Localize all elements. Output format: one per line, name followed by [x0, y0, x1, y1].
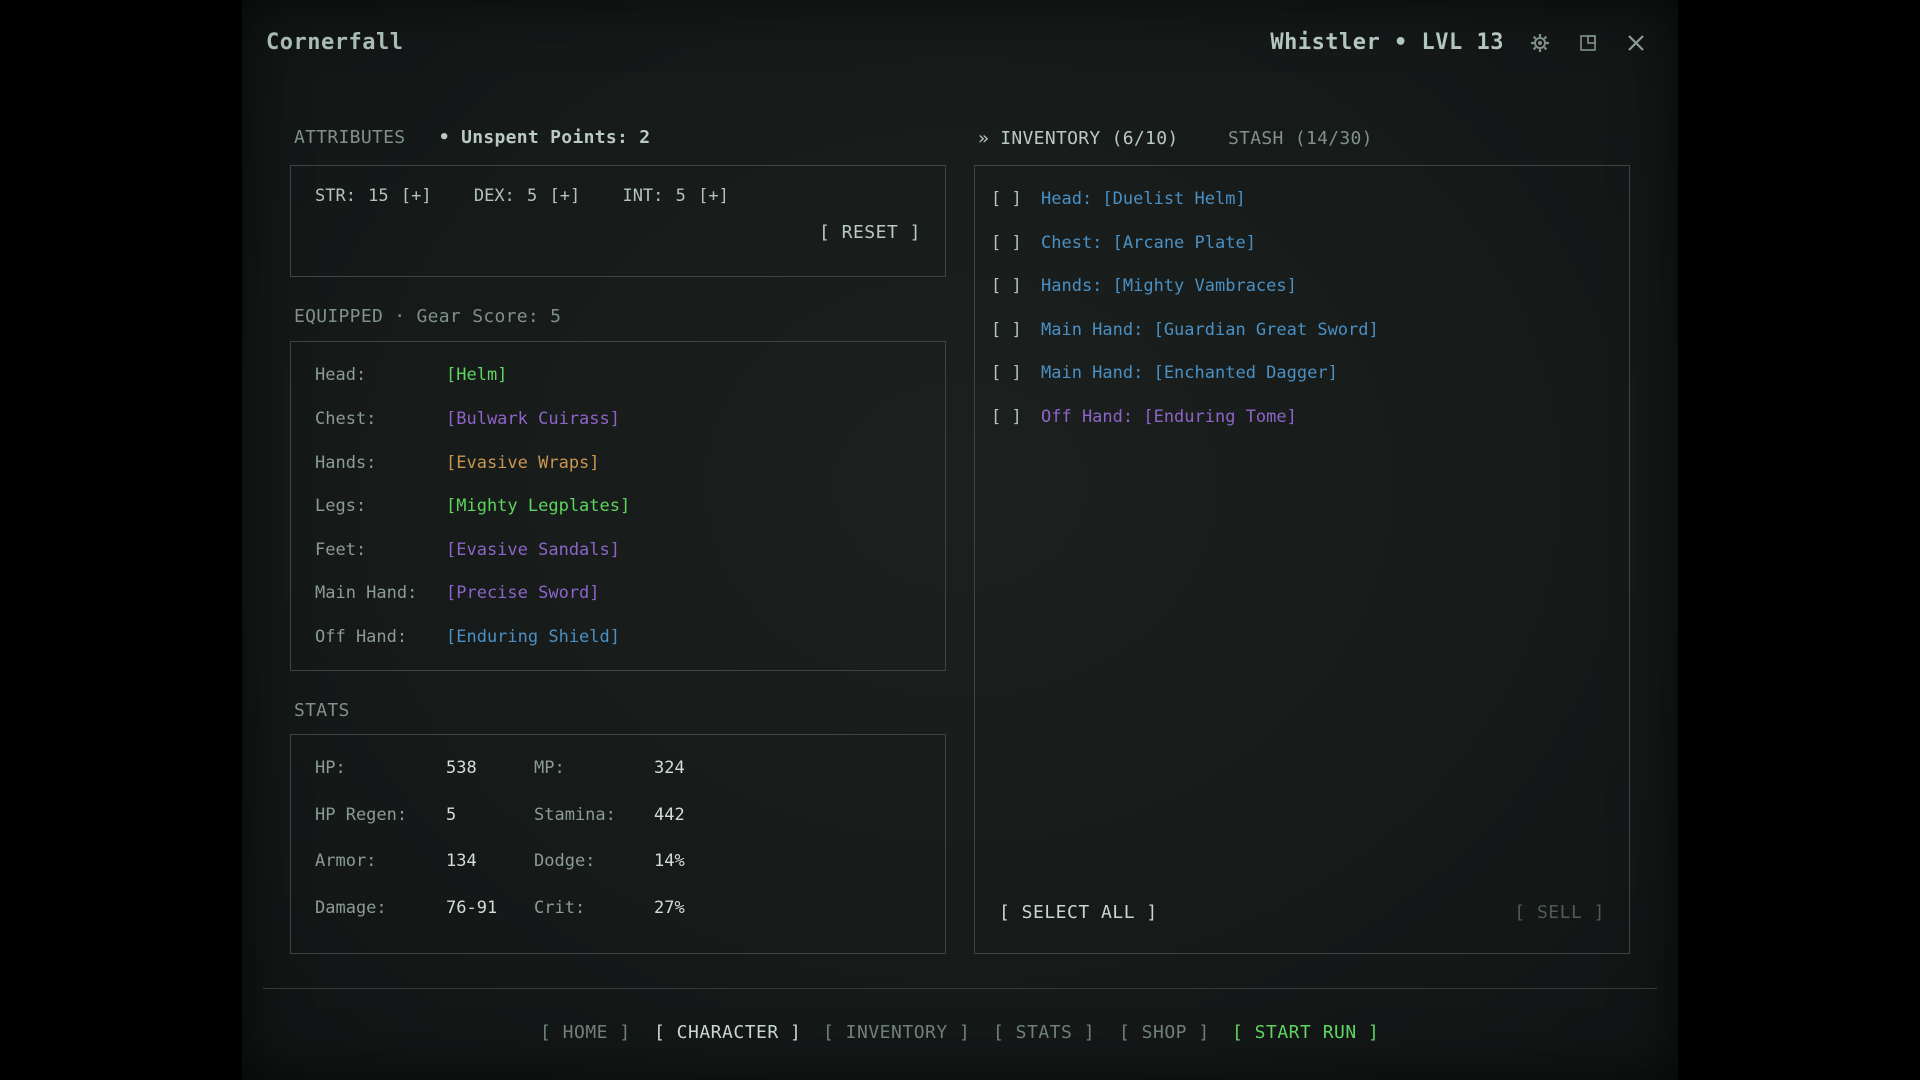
- start-run-button[interactable]: [ START RUN ]: [1232, 1022, 1379, 1043]
- slot-label: Feet:: [315, 540, 367, 560]
- nav-home[interactable]: [ HOME ]: [540, 1022, 631, 1043]
- close-icon[interactable]: [1623, 30, 1649, 56]
- gear-icon[interactable]: [1527, 30, 1553, 56]
- equipped-item[interactable]: [Bulwark Cuirass]: [446, 409, 620, 429]
- inventory-item[interactable]: [ ] Chest: [Arcane Plate]: [991, 233, 1256, 253]
- stat-label: HP:: [315, 758, 346, 778]
- stat-label: HP Regen:: [315, 805, 408, 825]
- item-checkbox[interactable]: [ ]: [991, 233, 1041, 253]
- item-checkbox[interactable]: [ ]: [991, 363, 1041, 383]
- item-label[interactable]: Chest: [Arcane Plate]: [1041, 233, 1256, 253]
- attributes-panel: STR: 15 [+] DEX: 5 [+] INT: 5 [+] [ RESE…: [290, 165, 946, 277]
- item-label[interactable]: Off Hand: [Enduring Tome]: [1041, 407, 1297, 427]
- unspent-points: • Unspent Points: 2: [438, 127, 651, 148]
- equipped-heading: EQUIPPED · Gear Score: 5: [294, 306, 562, 327]
- equip-row-head[interactable]: Head: [Helm]: [315, 365, 507, 385]
- equip-row-feet[interactable]: Feet: [Evasive Sandals]: [315, 540, 620, 560]
- stat-label: Armor:: [315, 851, 377, 871]
- stats-panel: HP: 538 MP: 324 HP Regen: 5 Stamina: 442…: [290, 734, 946, 954]
- equip-row-off-hand[interactable]: Off Hand: [Enduring Shield]: [315, 627, 620, 647]
- tab-stash[interactable]: STASH (14/30): [1228, 128, 1373, 149]
- equipped-item[interactable]: [Mighty Legplates]: [446, 496, 630, 516]
- equipped-item[interactable]: [Enduring Shield]: [446, 627, 620, 647]
- dex-increase-button[interactable]: DEX: 5 [+]: [474, 186, 580, 206]
- slot-label: Hands:: [315, 453, 377, 473]
- gear-icon-svg: [1531, 34, 1549, 52]
- stat-value: 442: [654, 805, 685, 825]
- stats-heading: STATS: [294, 700, 350, 721]
- inventory-item[interactable]: [ ] Main Hand: [Guardian Great Sword]: [991, 320, 1379, 340]
- nav-stats[interactable]: [ STATS ]: [993, 1022, 1095, 1043]
- slot-label: Legs:: [315, 496, 367, 516]
- slot-label: Chest:: [315, 409, 377, 429]
- equip-row-chest[interactable]: Chest: [Bulwark Cuirass]: [315, 409, 620, 429]
- int-increase-button[interactable]: INT: 5 [+]: [622, 186, 728, 206]
- tab-inventory[interactable]: » INVENTORY (6/10): [978, 128, 1178, 149]
- item-label[interactable]: Main Hand: [Guardian Great Sword]: [1041, 320, 1379, 340]
- item-label[interactable]: Main Hand: [Enchanted Dagger]: [1041, 363, 1338, 383]
- stats-row: HP Regen: 5 Stamina: 442: [315, 805, 685, 825]
- stats-row: HP: 538 MP: 324: [315, 758, 685, 778]
- player-name-level: Whistler • LVL 13: [1270, 30, 1504, 55]
- nav-character[interactable]: [ CHARACTER ]: [654, 1022, 801, 1043]
- stat-value: 324: [654, 758, 685, 778]
- stat-value: 27%: [654, 898, 685, 918]
- inventory-item[interactable]: [ ] Off Hand: [Enduring Tome]: [991, 407, 1297, 427]
- slot-label: Main Hand:: [315, 583, 418, 603]
- item-checkbox[interactable]: [ ]: [991, 189, 1041, 209]
- window-icon[interactable]: [1575, 30, 1601, 56]
- nav-shop[interactable]: [ SHOP ]: [1119, 1022, 1210, 1043]
- inventory-item[interactable]: [ ] Head: [Duelist Helm]: [991, 189, 1246, 209]
- stat-value: 538: [446, 758, 477, 778]
- item-label[interactable]: Hands: [Mighty Vambraces]: [1041, 276, 1297, 296]
- close-icon-svg: [1628, 35, 1644, 51]
- stat-value: 5: [446, 805, 457, 825]
- equipped-item[interactable]: [Helm]: [446, 365, 507, 385]
- inventory-item[interactable]: [ ] Hands: [Mighty Vambraces]: [991, 276, 1297, 296]
- footer-divider: [263, 988, 1657, 989]
- item-checkbox[interactable]: [ ]: [991, 320, 1041, 340]
- item-label[interactable]: Head: [Duelist Helm]: [1041, 189, 1246, 209]
- stat-value: 134: [446, 851, 477, 871]
- equipped-panel: Head: [Helm] Chest: [Bulwark Cuirass] Ha…: [290, 341, 946, 671]
- stats-row: Damage: 76-91 Crit: 27%: [315, 898, 685, 918]
- stat-label: Stamina:: [534, 805, 616, 825]
- select-all-button[interactable]: [ SELECT ALL ]: [999, 902, 1158, 923]
- attributes-title: ATTRIBUTES: [294, 127, 406, 148]
- equipped-item[interactable]: [Evasive Wraps]: [446, 453, 600, 473]
- nav-inventory[interactable]: [ INVENTORY ]: [823, 1022, 970, 1043]
- stats-row: Armor: 134 Dodge: 14%: [315, 851, 685, 871]
- attributes-heading: ATTRIBUTES • Unspent Points: 2: [294, 127, 650, 148]
- stat-label: Damage:: [315, 898, 387, 918]
- equip-row-hands[interactable]: Hands: [Evasive Wraps]: [315, 453, 600, 473]
- item-checkbox[interactable]: [ ]: [991, 407, 1041, 427]
- stat-label: Dodge:: [534, 851, 596, 871]
- window-icon-svg: [1580, 35, 1596, 51]
- stat-label: MP:: [534, 758, 565, 778]
- slot-label: Head:: [315, 365, 367, 385]
- str-increase-button[interactable]: STR: 15 [+]: [315, 186, 432, 206]
- equipped-item[interactable]: [Evasive Sandals]: [446, 540, 620, 560]
- stat-value: 76-91: [446, 898, 498, 918]
- attribute-row: STR: 15 [+] DEX: 5 [+] INT: 5 [+]: [315, 186, 759, 206]
- game-title: Cornerfall: [266, 30, 404, 55]
- equipped-item[interactable]: [Precise Sword]: [446, 583, 600, 603]
- stat-value: 14%: [654, 851, 685, 871]
- reset-button[interactable]: [ RESET ]: [819, 222, 921, 243]
- inventory-item[interactable]: [ ] Main Hand: [Enchanted Dagger]: [991, 363, 1338, 383]
- equip-row-legs[interactable]: Legs: [Mighty Legplates]: [315, 496, 630, 516]
- sell-button[interactable]: [ SELL ]: [1514, 902, 1605, 923]
- stat-label: Crit:: [534, 898, 586, 918]
- slot-label: Off Hand:: [315, 627, 408, 647]
- item-checkbox[interactable]: [ ]: [991, 276, 1041, 296]
- inventory-panel: [ ] Head: [Duelist Helm] [ ] Chest: [Arc…: [974, 165, 1630, 954]
- equip-row-main-hand[interactable]: Main Hand: [Precise Sword]: [315, 583, 600, 603]
